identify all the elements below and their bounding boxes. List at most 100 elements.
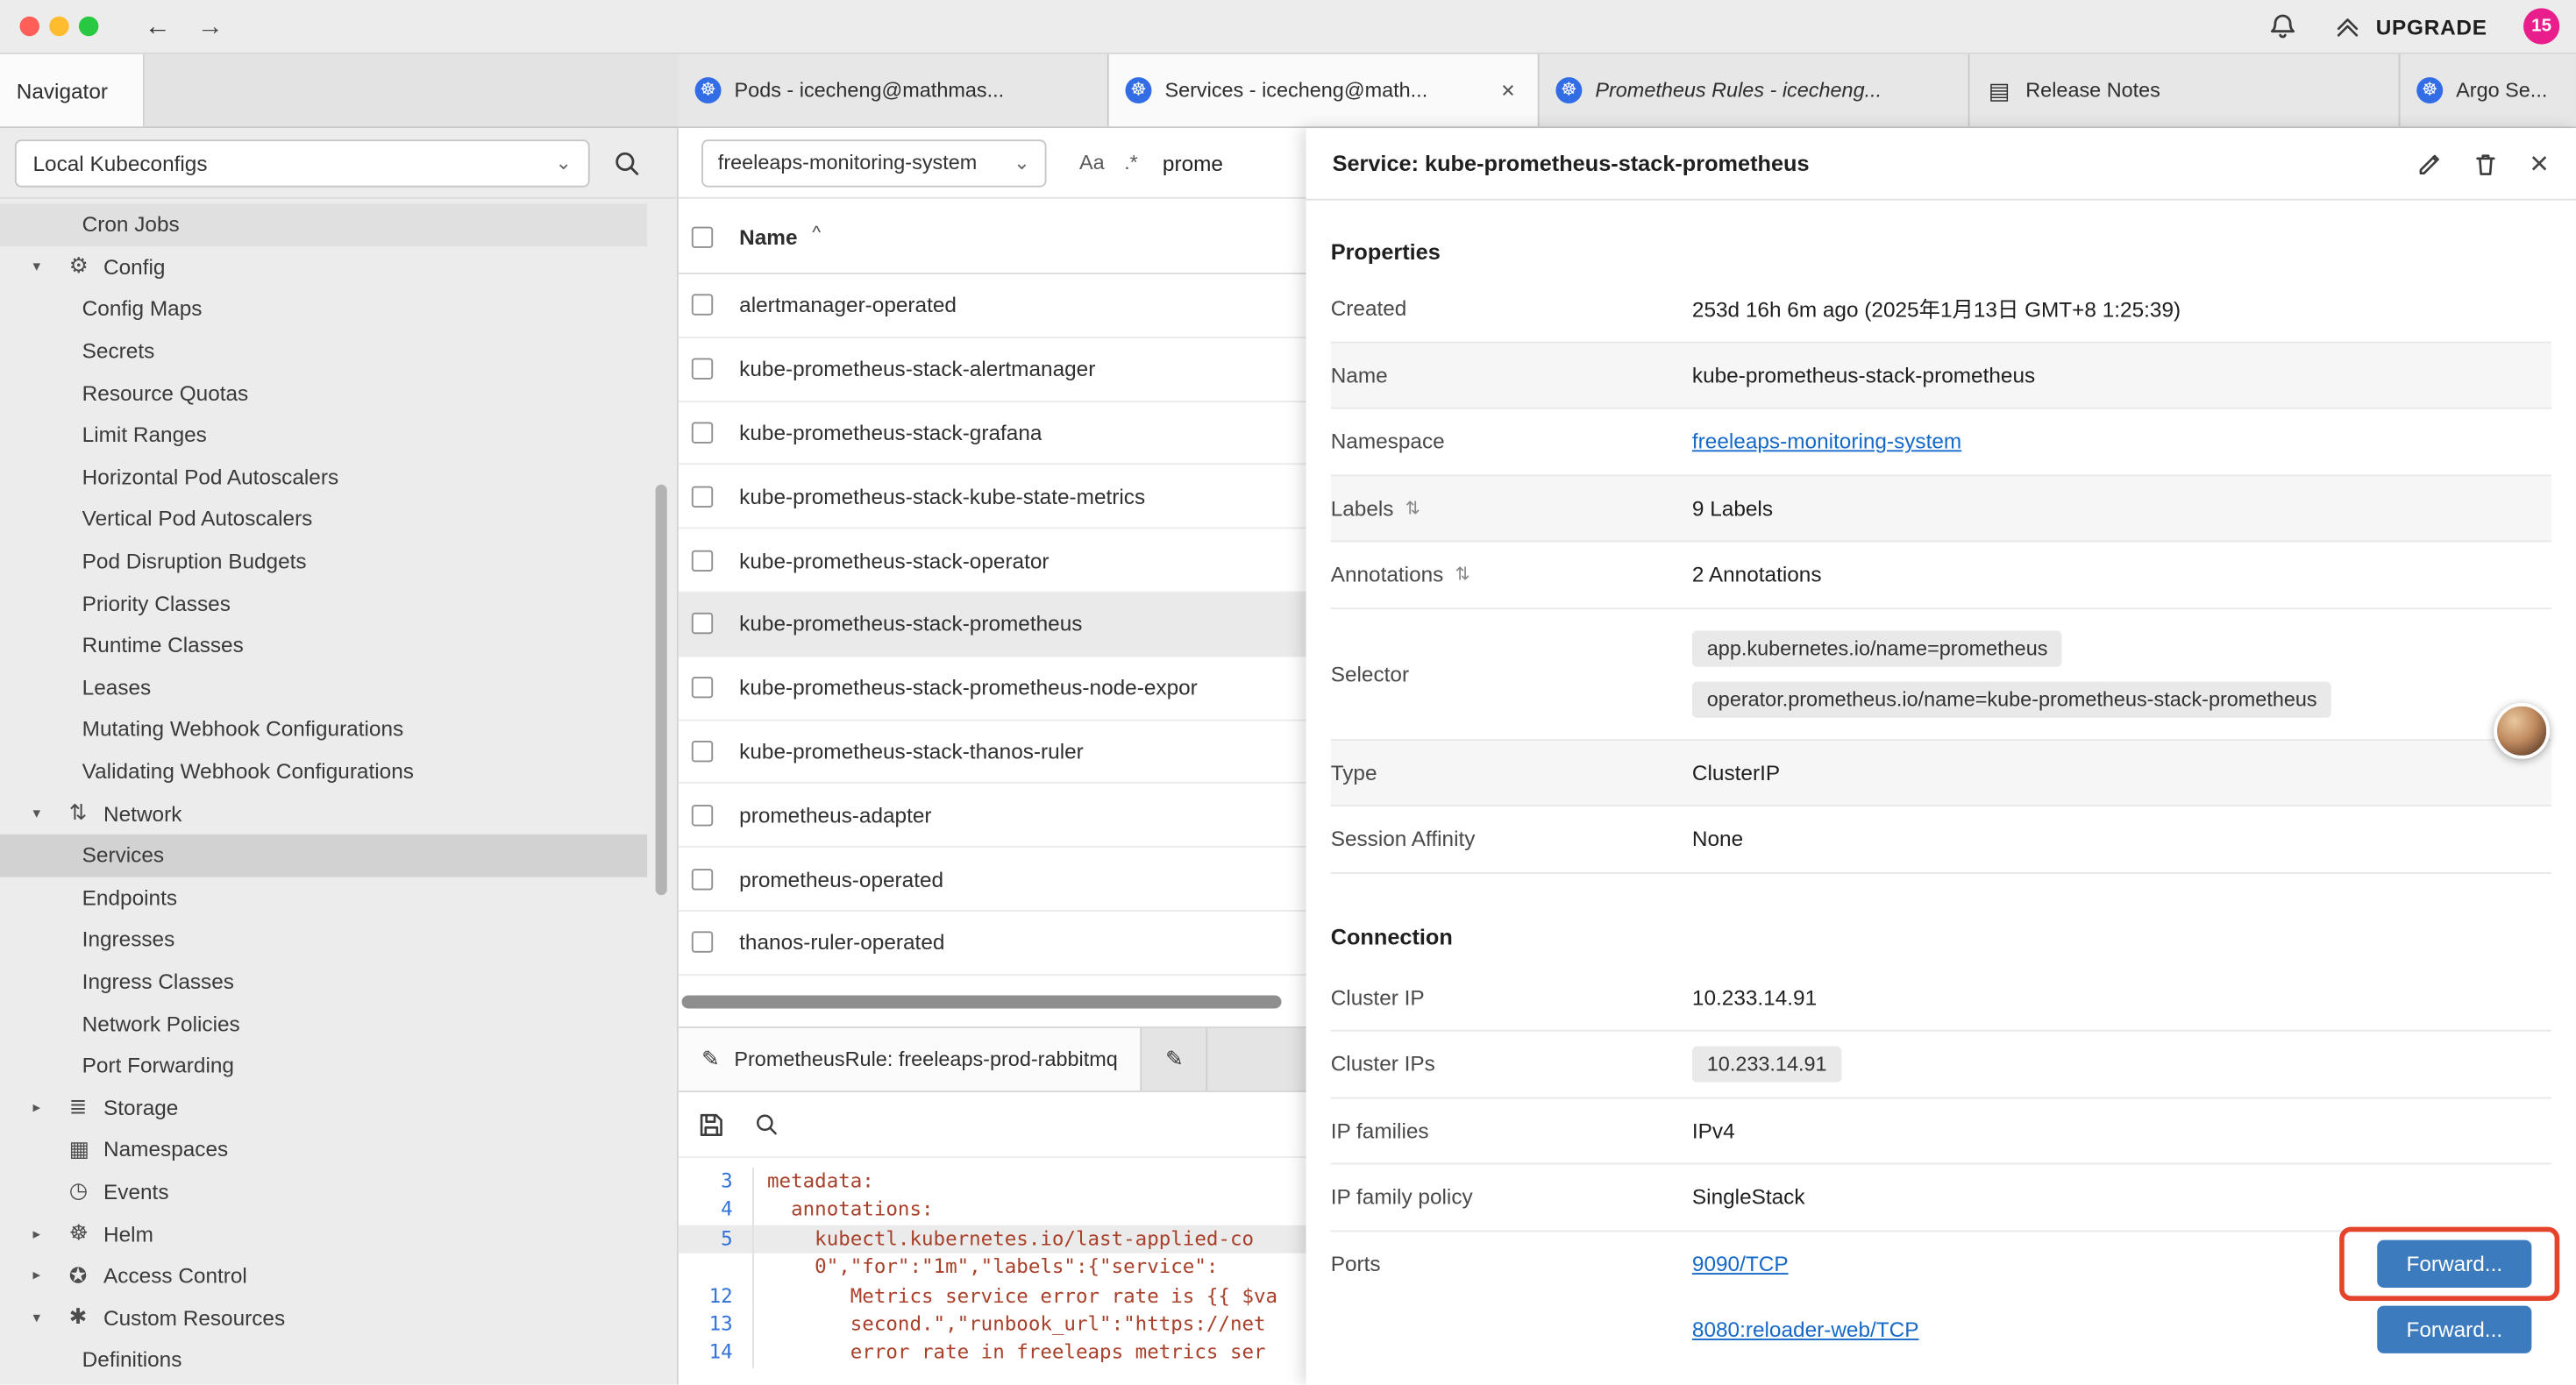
chevron-icon <box>32 804 68 822</box>
sidebar-item[interactable]: ▦ Namespaces <box>0 1128 647 1170</box>
user-avatar[interactable] <box>2494 703 2550 759</box>
port-forward-button[interactable]: Forward... <box>2377 1306 2531 1353</box>
thanos-ruler-operated[interactable]: thanos-ruler-operated <box>679 912 1306 976</box>
sidebar-item[interactable]: Resource Quotas <box>0 372 647 414</box>
close-tab-icon[interactable] <box>1495 77 1521 103</box>
sidebar-item[interactable]: Limit Ranges <box>0 414 647 456</box>
kube-prometheus-stack-kube-state-metrics[interactable]: kube-prometheus-stack-kube-state-metrics <box>679 465 1306 529</box>
kube-prometheus-stack-thanos-ruler[interactable]: kube-prometheus-stack-thanos-ruler <box>679 721 1306 785</box>
close-drawer-icon[interactable]: ✕ <box>2529 149 2550 179</box>
kube-prometheus-stack-operator[interactable]: kube-prometheus-stack-operator <box>679 529 1306 593</box>
sidebar-item[interactable]: Mutating Webhook Configurations <box>0 708 647 750</box>
sidebar-item[interactable]: ✱ Custom Resources <box>0 1296 647 1339</box>
sidebar-item[interactable]: ◷ Events <box>0 1170 647 1212</box>
regex-toggle[interactable]: .* <box>1124 151 1138 174</box>
upgrade-button[interactable]: UPGRADE <box>2333 13 2487 39</box>
sidebar-scrollbar[interactable] <box>656 485 667 895</box>
sort-ascending-icon[interactable]: ^ <box>812 224 821 243</box>
sidebar-item[interactable]: Definitions <box>0 1339 647 1381</box>
sidebar-item[interactable]: Validating Webhook Configurations <box>0 750 647 792</box>
name-column-header[interactable]: Name <box>739 224 797 249</box>
row-checkbox[interactable] <box>692 932 713 953</box>
sidebar-item[interactable]: Vertical Pod Autoscalers <box>0 498 647 540</box>
navigator-panel-tab[interactable]: Navigator <box>0 54 145 126</box>
row-checkbox[interactable] <box>692 486 713 507</box>
sidebar-item[interactable]: Pod Disruption Budgets <box>0 540 647 582</box>
sidebar-item[interactable]: Runtime Classes <box>0 624 647 666</box>
expand-toggle-icon[interactable]: ⇅ <box>1405 497 1420 518</box>
row-checkbox[interactable] <box>692 295 713 316</box>
port-link[interactable]: 8080:reloader-web/TCP <box>1692 1318 1919 1342</box>
namespace-filter-dropdown[interactable]: freeleaps-monitoring-system ⌄ <box>701 138 1046 186</box>
dock-tab[interactable] <box>1142 1028 1208 1090</box>
notifications-bell-icon[interactable] <box>2269 12 2297 40</box>
kube-prometheus-stack-grafana[interactable]: kube-prometheus-stack-grafana <box>679 401 1306 465</box>
row-checkbox[interactable] <box>692 868 713 889</box>
window-minimize-button[interactable] <box>49 17 68 36</box>
alertmanager-operated[interactable]: alertmanager-operated <box>679 274 1306 338</box>
kube-prometheus-stack-prometheus-node-expor[interactable]: kube-prometheus-stack-prometheus-node-ex… <box>679 657 1306 721</box>
case-sensitive-toggle[interactable]: Aa <box>1079 151 1105 174</box>
editor-tab[interactable]: ▤ Release Notes <box>1970 54 2401 126</box>
window-close-button[interactable] <box>19 17 39 36</box>
row-checkbox[interactable] <box>692 550 713 571</box>
editor-tab[interactable]: ☸ Pods - icecheng@mathmas... <box>679 54 1109 126</box>
field-label: Namespace <box>1331 430 1692 454</box>
kube-prometheus-stack-alertmanager[interactable]: kube-prometheus-stack-alertmanager <box>679 338 1306 402</box>
select-all-checkbox[interactable] <box>692 226 713 247</box>
search-icon[interactable] <box>754 1112 779 1136</box>
namespace-link[interactable]: freeleaps-monitoring-system <box>1692 430 1961 454</box>
port-forward-button[interactable]: Forward... <box>2377 1240 2531 1288</box>
horizontal-scrollbar[interactable] <box>682 995 1293 1008</box>
edit-pencil-icon[interactable] <box>2417 150 2444 176</box>
sidebar-item[interactable]: Leases <box>0 666 647 708</box>
search-icon[interactable] <box>613 149 641 177</box>
row-checkbox[interactable] <box>692 805 713 826</box>
history-back-button[interactable]: ← <box>138 8 177 47</box>
search-input[interactable]: prome <box>1163 150 1223 174</box>
sidebar-item[interactable]: ☸ Helm <box>0 1212 647 1254</box>
scrollbar-thumb[interactable] <box>682 995 1281 1008</box>
sidebar-item[interactable]: Ingress Classes <box>0 961 647 1003</box>
sidebar-item[interactable]: Secrets <box>0 330 647 372</box>
save-icon[interactable] <box>698 1112 724 1138</box>
editor-tab[interactable]: ☸ Services - icecheng@math... <box>1109 54 1540 126</box>
annotations-count[interactable]: 2 Annotations <box>1692 562 2551 586</box>
yaml-editor[interactable]: 3 metadata: 4 annotations: 5 kubectl.kub… <box>679 1158 1306 1385</box>
prometheus-operated[interactable]: prometheus-operated <box>679 848 1306 912</box>
sidebar-item[interactable]: Horizontal Pod Autoscalers <box>0 456 647 498</box>
sidebar-item[interactable]: ✪ Access Control <box>0 1254 647 1296</box>
sidebar-item[interactable]: ⚙ Config <box>0 245 647 288</box>
sidebar-item[interactable]: Services <box>0 835 647 877</box>
delete-trash-icon[interactable] <box>2473 150 2500 176</box>
sidebar-item[interactable]: Ingresses <box>0 919 647 961</box>
sidebar-item[interactable]: Port Forwarding <box>0 1044 647 1086</box>
expand-toggle-icon[interactable]: ⇅ <box>1455 564 1469 585</box>
sidebar-item-label: Leases <box>82 675 152 700</box>
editor-tab[interactable]: ☸ Argo Se... <box>2400 54 2575 126</box>
history-forward-button[interactable]: → <box>190 8 230 47</box>
sidebar-item[interactable]: ⇅ Network <box>0 792 647 835</box>
row-checkbox[interactable] <box>692 359 713 380</box>
labels-count[interactable]: 9 Labels <box>1692 495 2551 520</box>
row-checkbox[interactable] <box>692 741 713 762</box>
service-details-drawer: Service: kube-prometheus-stack-prometheu… <box>1306 128 2576 1384</box>
prometheus-adapter[interactable]: prometheus-adapter <box>679 784 1306 848</box>
row-checkbox[interactable] <box>692 677 713 698</box>
row-checkbox[interactable] <box>692 423 713 444</box>
dock-tab[interactable]: PrometheusRule: freeleaps-prod-rabbitmq <box>679 1028 1142 1090</box>
field-label: Labels <box>1331 495 1394 520</box>
port-link[interactable]: 9090/TCP <box>1692 1252 1789 1276</box>
notification-count-badge[interactable]: 15 <box>2523 8 2559 44</box>
sidebar-item[interactable]: Cron Jobs <box>0 203 647 245</box>
row-checkbox[interactable] <box>692 614 713 635</box>
sidebar-item[interactable]: Endpoints <box>0 877 647 919</box>
sidebar-item[interactable]: Priority Classes <box>0 582 647 624</box>
sidebar-item[interactable]: ≣ Storage <box>0 1086 647 1128</box>
editor-tab[interactable]: ☸ Prometheus Rules - icecheng... <box>1540 54 1970 126</box>
sidebar-item[interactable]: Network Policies <box>0 1002 647 1044</box>
window-zoom-button[interactable] <box>79 17 98 36</box>
sidebar-item[interactable]: Config Maps <box>0 288 647 330</box>
kubeconfig-dropdown[interactable]: Local Kubeconfigs ⌄ <box>15 138 590 186</box>
kube-prometheus-stack-prometheus[interactable]: kube-prometheus-stack-prometheus <box>679 593 1306 657</box>
